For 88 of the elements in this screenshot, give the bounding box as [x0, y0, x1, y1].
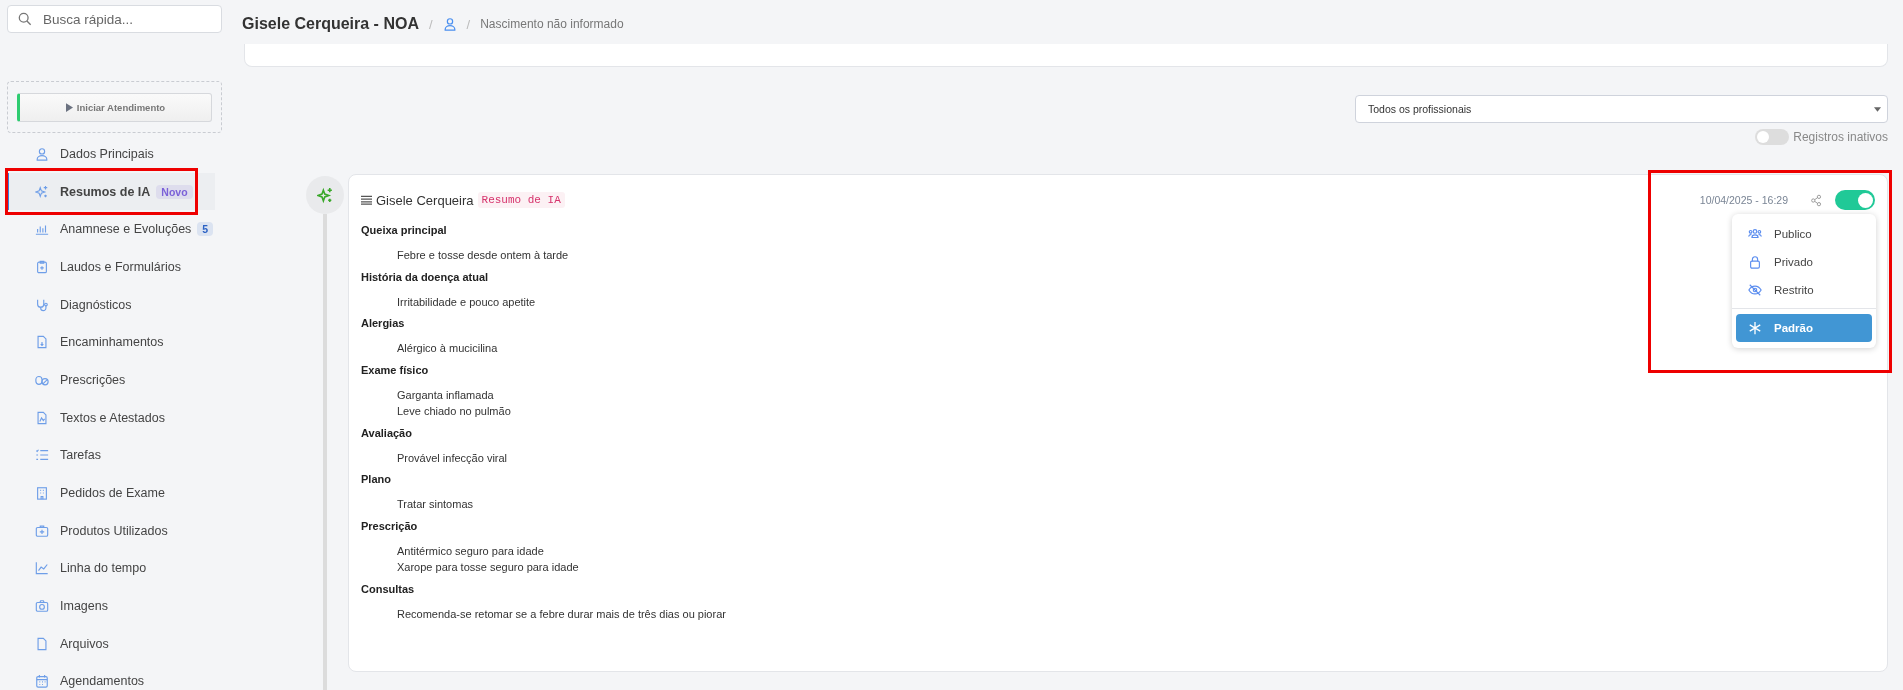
sidebar-item[interactable]: Tarefas	[7, 436, 215, 475]
sidebar-item[interactable]: Prescrições	[7, 361, 215, 399]
item-label: Arquivos	[60, 636, 109, 651]
calendar-icon	[35, 674, 49, 689]
section-text: Antitérmico seguro para idade	[397, 543, 544, 559]
record-tag: Resumo de IA	[477, 192, 565, 208]
menu-item[interactable]: Restrito	[1736, 276, 1872, 304]
sidebar-item[interactable]: Pedidos de Exame	[7, 474, 215, 512]
sidebar-item[interactable]: Laudos e Formulários	[7, 248, 215, 286]
birth-info: Nascimento não informado	[480, 17, 624, 31]
section-heading: Plano	[361, 472, 391, 486]
section-heading: Exame físico	[361, 362, 429, 377]
asterisk-icon	[1748, 321, 1762, 335]
start-button[interactable]: Iniciar Atendimento	[17, 93, 212, 122]
stetho-icon	[35, 297, 49, 312]
item-label: Dados Principais	[60, 146, 154, 161]
sidebar-item[interactable]: Diagnósticos	[7, 285, 215, 324]
building-icon	[35, 486, 49, 501]
breadcrumb-separator: /	[428, 16, 433, 32]
item-label: Diagnósticos	[60, 297, 132, 312]
item-label: Agendamentos	[60, 674, 145, 689]
file-icon	[35, 335, 49, 350]
section-text: Recomenda-se retomar se a febre durar mais de três dias ou piorar	[397, 606, 726, 622]
author-name: Gisele Cerqueira	[376, 192, 474, 208]
menu-item[interactable]: Privado	[1736, 248, 1872, 276]
item-label: Linha do tempo	[60, 561, 147, 576]
item-label: Laudos e Formulários	[60, 259, 181, 274]
share-icon[interactable]	[1810, 193, 1823, 207]
sidebar-item[interactable]: Produtos Utilizados	[7, 511, 215, 550]
section-heading: Avaliação	[361, 425, 412, 440]
section-text: Alérgico à mucicilina	[397, 341, 498, 356]
item-label: Produtos Utilizados	[60, 523, 168, 538]
section-text: Garganta inflamada	[397, 387, 494, 403]
menu-icon[interactable]	[361, 195, 372, 205]
camera-icon	[35, 599, 49, 614]
section-heading: História da doença atual	[361, 269, 489, 284]
sidebar-item[interactable]: Linha do tempo	[7, 549, 215, 588]
user-icon	[35, 146, 49, 161]
section-heading: Prescrição	[361, 518, 418, 533]
section-heading: Consultas	[361, 581, 415, 596]
section-text: Tratar sintomas	[397, 497, 473, 512]
item-label: Textos e Atestados	[60, 410, 165, 425]
section-text: Irritabilidade e pouco apetite	[397, 294, 536, 310]
sidebar-item[interactable]: Imagens	[7, 587, 215, 625]
item-label: Encaminhamentos	[60, 335, 164, 350]
patient-name: Gisele Cerqueira - NOA	[242, 15, 419, 33]
item-badge: 5	[197, 222, 214, 237]
item-label: Prescrições	[60, 372, 126, 387]
sparkle-icon	[316, 186, 334, 204]
switch-label: Registros inativos	[1793, 130, 1888, 144]
play-icon	[65, 103, 73, 112]
clipboard-icon	[35, 259, 49, 274]
list-icon	[35, 448, 49, 463]
item-label: Anamnese e Evoluções	[60, 222, 192, 237]
sidebar-item[interactable]: Dados Principais	[7, 135, 215, 173]
record-date: 10/04/2025 - 16:29	[1699, 194, 1788, 206]
section-text: Xarope para tosse seguro para idade	[397, 560, 579, 575]
caret-icon	[1874, 106, 1881, 112]
users-icon	[1748, 227, 1762, 241]
item-label: Imagens	[60, 599, 108, 614]
section-heading: Alergias	[361, 316, 405, 330]
search-field[interactable]: Busca rápida...	[7, 5, 222, 33]
doc-icon	[35, 410, 49, 425]
kit-icon	[35, 523, 49, 538]
item-label: Tarefas	[60, 448, 101, 463]
menu-item[interactable]: Publico	[1736, 220, 1872, 248]
sidebar-item[interactable]: Encaminhamentos	[7, 323, 215, 362]
sidebar-item[interactable]: Agendamentos	[7, 662, 215, 690]
trend-icon	[35, 561, 49, 576]
item-label: Pedidos de Exame	[60, 486, 165, 501]
professional-select[interactable]: Todos os profissionais	[1355, 95, 1888, 123]
section-text: Febre e tosse desde ontem à tarde	[397, 248, 569, 263]
section-heading: Queixa principal	[361, 223, 447, 237]
user-icon[interactable]	[442, 17, 457, 31]
item-label: Resumos de IA	[60, 184, 151, 199]
breadcrumb-separator: /	[466, 16, 471, 32]
section-text: Provável infecção viral	[397, 450, 508, 466]
eye-off-icon	[1748, 283, 1762, 297]
sidebar-item[interactable]: Textos e Atestados	[7, 398, 215, 437]
search-icon	[18, 12, 32, 26]
file-icon	[35, 636, 49, 651]
active-switch[interactable]	[1835, 190, 1875, 210]
sparkle-icon	[35, 184, 49, 199]
lock-icon	[1748, 255, 1762, 269]
item-badge: Novo	[156, 184, 193, 199]
section-text: Leve chiado no pulmão	[397, 404, 511, 419]
sidebar-item[interactable]: Anamnese e Evoluções 5	[7, 210, 215, 249]
sidebar-item[interactable]: Arquivos	[7, 624, 215, 663]
